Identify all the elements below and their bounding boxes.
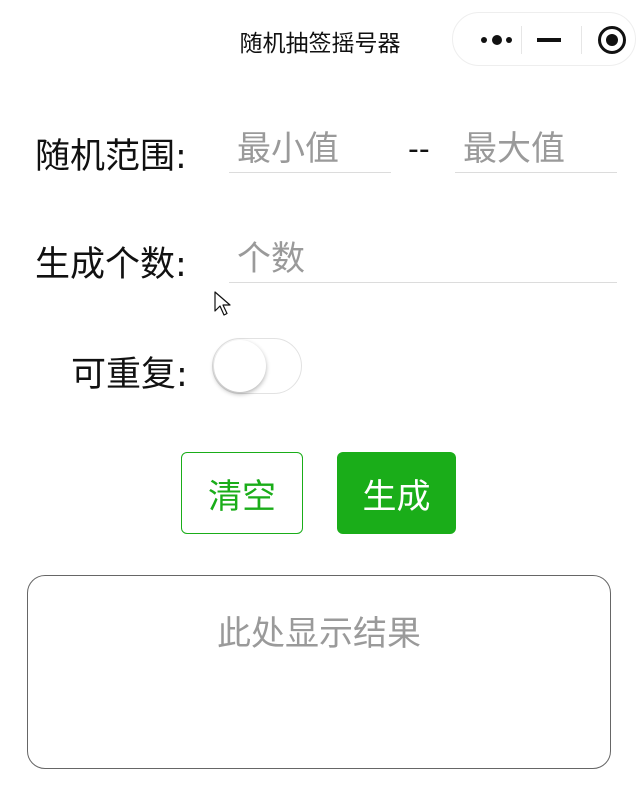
result-placeholder: 此处显示结果 [217,614,421,654]
max-value-input[interactable] [455,125,617,173]
repeat-label: 可重复: [71,355,188,395]
app-page: 随机抽签摇号器 随机范围: -- 生成个数: 可重复: 清空 生成 此处显示结果 [0,0,640,792]
mouse-cursor-icon [214,291,231,316]
more-dots-icon[interactable] [473,13,523,67]
capsule-menu [452,12,636,66]
capsule-divider [581,26,582,54]
capsule-divider [521,26,522,54]
count-input[interactable] [229,235,617,283]
range-separator: -- [408,132,430,167]
range-label: 随机范围: [35,137,187,177]
min-value-input[interactable] [229,125,391,173]
target-close-icon[interactable] [598,26,626,54]
minimize-icon[interactable] [537,33,567,47]
toggle-knob [214,340,266,392]
repeat-toggle[interactable] [212,338,302,394]
generate-button[interactable]: 生成 [337,452,456,534]
count-label: 生成个数: [35,245,187,285]
nav-bar: 随机抽签摇号器 [0,0,640,80]
result-box: 此处显示结果 [27,575,611,769]
clear-button[interactable]: 清空 [181,452,303,534]
